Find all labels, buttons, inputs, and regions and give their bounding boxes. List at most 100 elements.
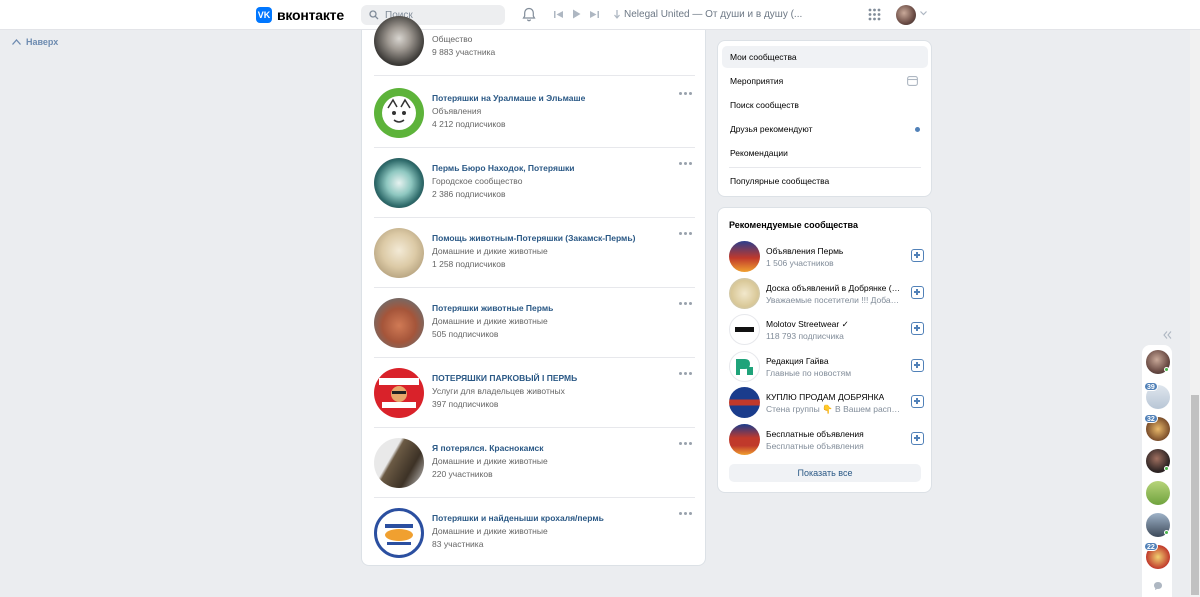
recommended-item[interactable]: Доска объявлений в Добрянке ( к... Уважа… (729, 278, 924, 311)
group-name[interactable]: Потеряшки и найденыши крохаля/пермь (432, 513, 604, 523)
group-category: Домашние и дикие животные (432, 526, 548, 536)
list-item[interactable]: Помощь животным-Потеряшки (Закамск-Пермь… (374, 218, 695, 288)
subscribe-plus-icon[interactable] (911, 359, 924, 372)
subscribe-plus-icon[interactable] (911, 249, 924, 262)
menu-my-communities[interactable]: Мои сообщества (722, 46, 928, 68)
chevron-up-icon (12, 39, 21, 45)
group-avatar[interactable] (374, 508, 424, 558)
menu-search-communities[interactable]: Поиск сообществ (722, 94, 928, 116)
more-options-icon[interactable] (679, 440, 693, 446)
community-avatar[interactable] (729, 241, 760, 272)
group-members-count: 9 883 участника (432, 47, 496, 57)
chevron-down-icon[interactable] (920, 11, 927, 16)
group-members-count: 2 386 подписчиков (432, 189, 506, 199)
group-name[interactable]: ПОТЕРЯШКИ ПАРКОВЫЙ I ПЕРМЬ (432, 373, 577, 383)
group-category: Домашние и дикие животные (432, 246, 548, 256)
community-name[interactable]: Редакция Гайва (766, 356, 829, 366)
menu-friends-recommend[interactable]: Друзья рекомендуют (722, 118, 928, 140)
group-avatar[interactable] (374, 16, 424, 66)
recommended-item[interactable]: Molotov Streetwear ✓ 118 793 подписчика (729, 314, 924, 347)
group-name[interactable]: Потеряшки животные Пермь (432, 303, 553, 313)
list-item[interactable]: ПОТЕРЯШКИ ПАРКОВЫЙ I ПЕРМЬ Услуги для вл… (374, 358, 695, 428)
subscribe-plus-icon[interactable] (911, 432, 924, 445)
scrollbar-thumb[interactable] (1191, 395, 1199, 595)
list-item[interactable]: Потеряшки и найденыши крохаля/пермь Дома… (374, 498, 695, 564)
community-name[interactable]: Molotov Streetwear ✓ (766, 319, 849, 330)
menu-recommendations[interactable]: Рекомендации (722, 142, 928, 164)
recommended-item[interactable]: Редакция Гайва Главные по новостям (729, 351, 924, 384)
list-item[interactable]: Общество 9 883 участника (374, 6, 695, 76)
group-category: Общество (432, 34, 473, 44)
back-to-top-label: Наверх (26, 37, 59, 47)
group-name[interactable]: Я потерялся. Краснокамск (432, 443, 544, 453)
group-category: Объявления (432, 106, 482, 116)
group-members-count: 83 участника (432, 539, 484, 549)
community-subtitle: Главные по новостям (766, 368, 852, 378)
group-avatar[interactable] (374, 88, 424, 138)
group-name[interactable]: Помощь животным-Потеряшки (Закамск-Пермь… (432, 233, 635, 243)
recommended-communities: Рекомендуемые сообщества Объявления Перм… (717, 207, 932, 493)
group-category: Домашние и дикие животные (432, 316, 548, 326)
group-name[interactable]: Пермь Бюро Находок, Потеряшки (432, 163, 575, 173)
recommended-item[interactable]: КУПЛЮ ПРОДАМ ДОБРЯНКА Стена группы 👇 В В… (729, 387, 924, 420)
more-options-icon[interactable] (679, 90, 693, 96)
divider (729, 167, 921, 168)
group-avatar[interactable] (374, 368, 424, 418)
vk-logo[interactable]: VK вконтакте (256, 7, 344, 23)
online-indicator (1164, 466, 1169, 471)
back-to-top[interactable]: Наверх (12, 37, 58, 47)
more-options-icon[interactable] (679, 300, 693, 306)
group-category: Городское сообщество (432, 176, 523, 186)
subscribe-plus-icon[interactable] (911, 286, 924, 299)
list-item[interactable]: Потеряшки на Уралмаше и Эльмаше Объявлен… (374, 78, 695, 148)
messages-icon[interactable] (1153, 581, 1163, 591)
recommended-item[interactable]: Бесплатные объявления Бесплатные объявле… (729, 424, 924, 457)
list-item[interactable]: Я потерялся. Краснокамск Домашние и дики… (374, 428, 695, 498)
community-avatar[interactable] (729, 314, 760, 345)
community-subtitle: Стена группы 👇 В Вашем распор... (766, 404, 902, 414)
menu-events[interactable]: Мероприятия (722, 70, 928, 92)
logo-text: вконтакте (277, 7, 344, 23)
collapse-chats-icon[interactable] (1163, 331, 1172, 339)
community-avatar[interactable] (729, 424, 760, 455)
group-avatar[interactable] (374, 228, 424, 278)
profile-avatar[interactable] (896, 5, 916, 25)
community-subtitle: 118 793 подписчика (766, 331, 844, 341)
community-name[interactable]: КУПЛЮ ПРОДАМ ДОБРЯНКА (766, 392, 884, 402)
recommended-title: Рекомендуемые сообщества (729, 220, 858, 230)
menu-events-label: Мероприятия (730, 76, 784, 86)
group-name[interactable]: Потеряшки на Уралмаше и Эльмаше (432, 93, 585, 103)
chats-sidebar: 39 32 22 (1142, 345, 1172, 597)
community-name[interactable]: Бесплатные объявления (766, 429, 864, 439)
community-avatar[interactable] (729, 387, 760, 418)
subscribe-plus-icon[interactable] (911, 395, 924, 408)
community-avatar[interactable] (729, 278, 760, 309)
group-members-count: 1 258 подписчиков (432, 259, 506, 269)
group-category: Услуги для владельцев животных (432, 386, 565, 396)
community-subtitle: Бесплатные объявления (766, 441, 864, 451)
subscribe-plus-icon[interactable] (911, 322, 924, 335)
group-avatar[interactable] (374, 298, 424, 348)
list-item[interactable]: Потеряшки животные Пермь Домашние и дики… (374, 288, 695, 358)
group-members-count: 505 подписчиков (432, 329, 499, 339)
more-options-icon[interactable] (679, 510, 693, 516)
group-avatar[interactable] (374, 158, 424, 208)
community-subtitle: 1 506 участников (766, 258, 834, 268)
recommended-item[interactable]: Объявления Пермь 1 506 участников (729, 241, 924, 274)
community-avatar[interactable] (729, 351, 760, 382)
community-name[interactable]: Доска объявлений в Добрянке ( к... (766, 283, 902, 293)
community-name[interactable]: Объявления Пермь (766, 246, 843, 256)
chat-avatar[interactable] (1146, 481, 1170, 505)
more-options-icon[interactable] (679, 230, 693, 236)
unread-badge: 22 (1144, 542, 1158, 551)
vk-logo-icon: VK (256, 7, 272, 23)
menu-friends-recommend-label: Друзья рекомендуют (730, 124, 813, 134)
list-item[interactable]: Пермь Бюро Находок, Потеряшки Городское … (374, 148, 695, 218)
more-options-icon[interactable] (679, 370, 693, 376)
apps-grid-icon[interactable] (868, 8, 881, 26)
show-all-button[interactable]: Показать все (729, 464, 921, 482)
group-avatar[interactable] (374, 438, 424, 488)
more-options-icon[interactable] (679, 160, 693, 166)
menu-popular-communities[interactable]: Популярные сообщества (722, 170, 928, 192)
unread-badge: 32 (1144, 414, 1158, 423)
